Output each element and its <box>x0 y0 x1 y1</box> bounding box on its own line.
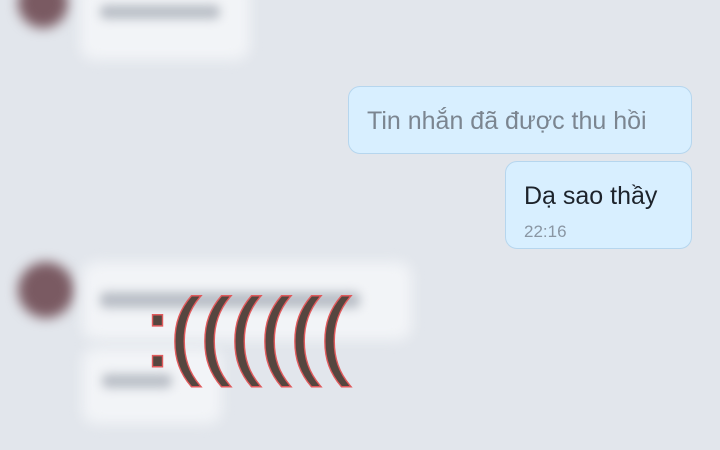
blurred-text-line <box>100 5 220 19</box>
recalled-message-bubble[interactable]: Tin nhắn đã được thu hồi <box>348 86 692 154</box>
message-timestamp: 22:16 <box>524 222 567 241</box>
sad-face-overlay: :(((((( <box>144 279 365 389</box>
blurred-avatar <box>18 0 68 28</box>
blurred-avatar <box>18 262 74 318</box>
outgoing-message-bubble[interactable]: Dạ sao thầy 22:16 <box>505 161 692 249</box>
message-text: Dạ sao thầy <box>524 182 658 210</box>
sad-face-overlay-svg: :(((((( <box>144 279 352 389</box>
sad-face-text: :(((((( <box>145 280 350 387</box>
recalled-message-text: Tin nhắn đã được thu hồi <box>367 107 647 135</box>
